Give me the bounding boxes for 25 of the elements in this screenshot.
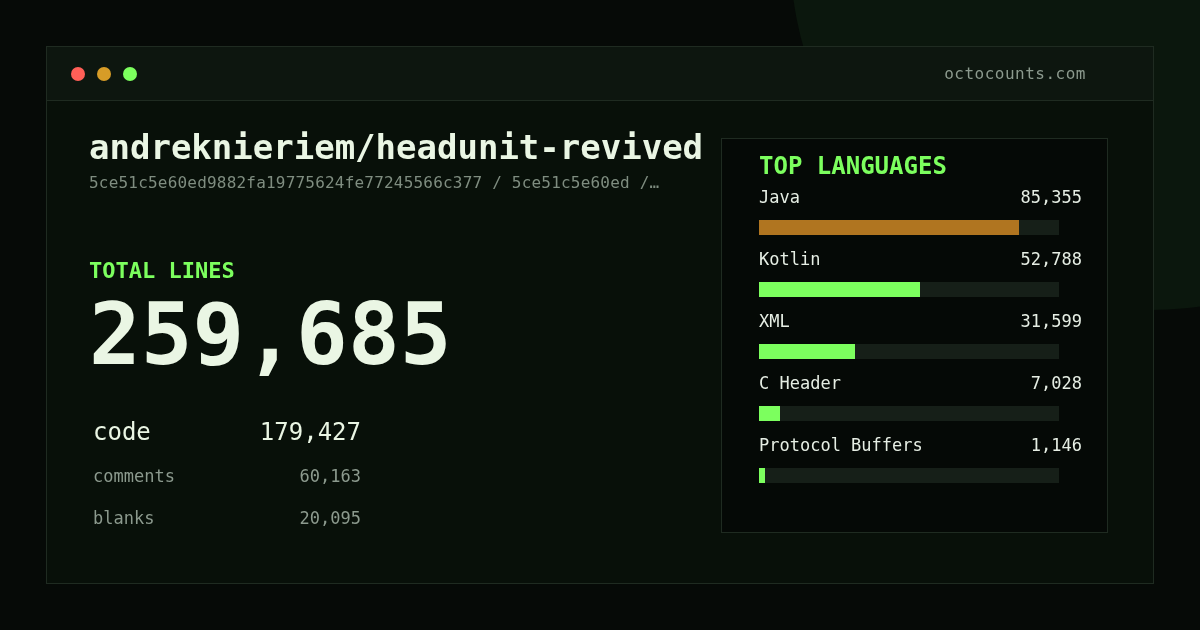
window-control-dot[interactable] xyxy=(123,66,137,81)
language-name: C Header xyxy=(759,372,841,395)
total-label: TOTAL LINES xyxy=(89,258,235,284)
language-lines: 7,028 xyxy=(1030,372,1082,395)
panel-title: TOP LANGUAGES xyxy=(759,151,948,181)
domain-text: octocounts.com xyxy=(944,64,1086,83)
language-lines: 52,788 xyxy=(1020,248,1082,271)
stat-value: 60,163 xyxy=(299,465,361,488)
commit-path: 5ce51c5e60ed9882fa19775624fe77245566c377 / 5ce51c5e60ed /… xyxy=(89,172,660,194)
stat-value: 20,095 xyxy=(299,507,361,530)
language-name: Protocol Buffers xyxy=(759,434,923,457)
language-name: XML xyxy=(759,310,790,333)
window-control-dot[interactable] xyxy=(71,66,85,81)
language-name: Java xyxy=(759,186,800,209)
stat-label: blanks xyxy=(93,507,155,530)
stat-label: comments xyxy=(93,465,175,488)
total-value: 259,685 xyxy=(89,284,452,384)
repo-name: andreknieriem/headunit-revived xyxy=(89,127,704,167)
stat-label: code xyxy=(93,417,151,448)
language-lines: 1,146 xyxy=(1030,434,1082,457)
window-control-dot[interactable] xyxy=(97,66,111,81)
language-name: Kotlin xyxy=(759,248,821,271)
language-lines: 85,355 xyxy=(1020,186,1082,209)
stat-value: 179,427 xyxy=(259,417,361,448)
language-lines: 31,599 xyxy=(1020,310,1082,333)
